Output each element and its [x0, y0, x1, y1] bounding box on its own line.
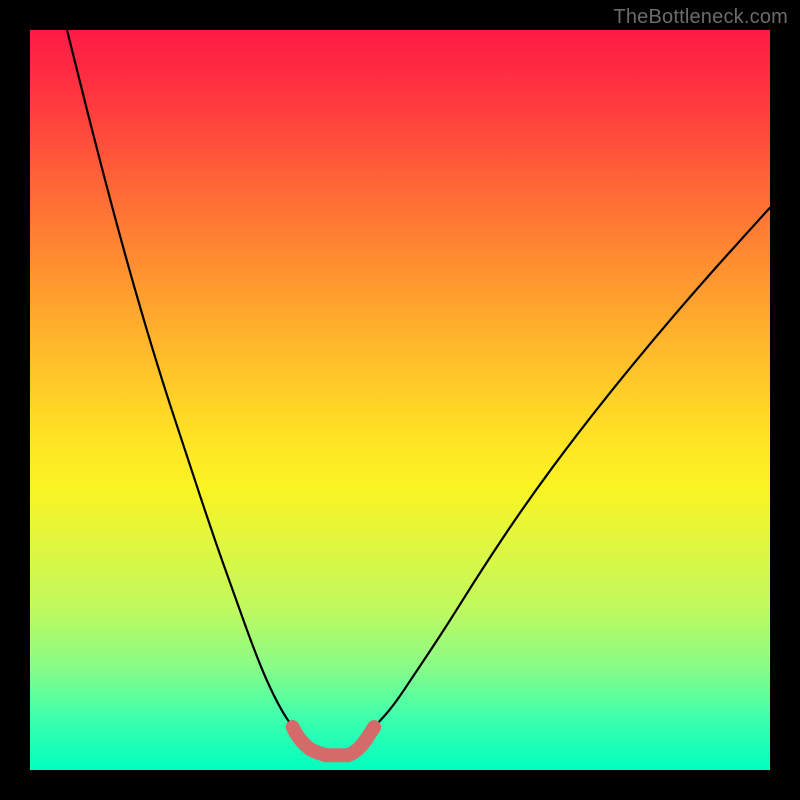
series-curve-left: [67, 30, 293, 727]
plot-area: [30, 30, 770, 770]
curve-layer: [30, 30, 770, 770]
watermark-text: TheBottleneck.com: [613, 6, 788, 29]
curve-group: [67, 30, 770, 755]
series-curve-right: [374, 208, 770, 727]
chart-frame: TheBottleneck.com: [0, 0, 800, 800]
series-bottom-accent-right: [348, 727, 374, 755]
